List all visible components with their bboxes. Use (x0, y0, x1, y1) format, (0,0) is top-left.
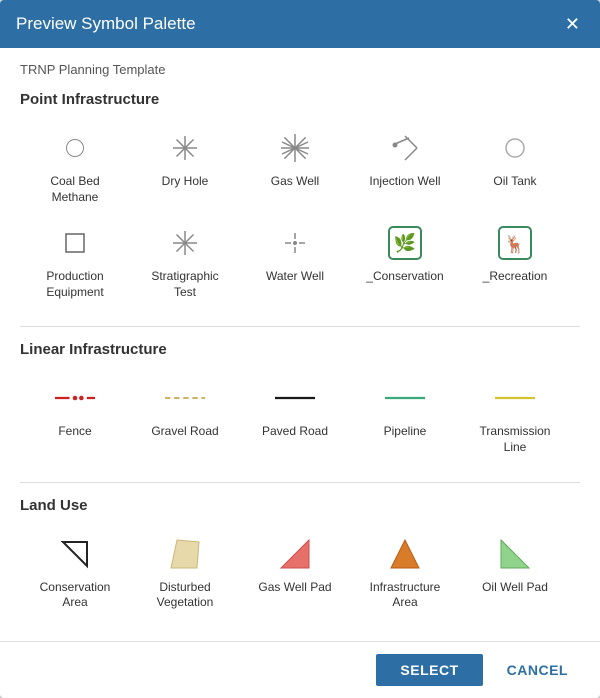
fence-icon (55, 378, 95, 418)
infrastructure-area-icon (385, 534, 425, 574)
symbol-fence[interactable]: Fence (20, 370, 130, 465)
gravel-road-icon (165, 378, 205, 418)
transmission-line-icon (495, 378, 535, 418)
pipeline-icon (385, 378, 425, 418)
cancel-button[interactable]: CANCEL (491, 654, 584, 686)
symbol-pipeline[interactable]: Pipeline (350, 370, 460, 465)
symbol-transmission-line[interactable]: TransmissionLine (460, 370, 570, 465)
coal-bed-methane-label: Coal BedMethane (50, 174, 99, 205)
land-use-grid: ConservationArea DisturbedVegetation Gas… (20, 526, 580, 621)
divider-1 (20, 326, 580, 327)
dialog-header: Preview Symbol Palette ✕ (0, 0, 600, 48)
symbol-water-well[interactable]: Water Well (240, 215, 350, 310)
dry-hole-label: Dry Hole (162, 174, 209, 190)
section-title-linear: Linear Infrastructure (20, 341, 580, 358)
stratigraphic-test-label: StratigraphicTest (151, 269, 218, 300)
symbol-oil-tank[interactable]: Oil Tank (460, 120, 570, 215)
production-equipment-icon (55, 223, 95, 263)
select-button[interactable]: SELECT (376, 654, 482, 686)
disturbed-vegetation-icon (165, 534, 205, 574)
svg-text:🌿: 🌿 (394, 232, 416, 253)
dry-hole-icon (165, 128, 205, 168)
transmission-line-label: TransmissionLine (480, 424, 551, 455)
injection-well-label: Injection Well (369, 174, 440, 190)
paved-road-label: Paved Road (262, 424, 328, 440)
oil-tank-icon (495, 128, 535, 168)
water-well-label: Water Well (266, 269, 324, 285)
point-infrastructure-grid: Coal BedMethane Dry Hole (20, 120, 580, 310)
symbol-infrastructure-area[interactable]: InfrastructureArea (350, 526, 460, 621)
close-button[interactable]: ✕ (561, 15, 584, 33)
oil-well-pad-label: Oil Well Pad (482, 580, 548, 596)
svg-text:🦌: 🦌 (504, 234, 525, 254)
infrastructure-area-label: InfrastructureArea (370, 580, 441, 611)
symbol-coal-bed-methane[interactable]: Coal BedMethane (20, 120, 130, 215)
gas-well-pad-icon (275, 534, 315, 574)
pipeline-label: Pipeline (384, 424, 427, 440)
symbol-conservation[interactable]: 🌿 _Conservation (350, 215, 460, 310)
conservation-area-label: ConservationArea (40, 580, 111, 611)
coal-bed-methane-icon (55, 128, 95, 168)
symbol-gravel-road[interactable]: Gravel Road (130, 370, 240, 465)
conservation-icon: 🌿 (385, 223, 425, 263)
symbol-stratigraphic-test[interactable]: StratigraphicTest (130, 215, 240, 310)
disturbed-vegetation-label: DisturbedVegetation (157, 580, 214, 611)
template-name: TRNP Planning Template (20, 62, 580, 77)
gas-well-label: Gas Well (271, 174, 319, 190)
symbol-injection-well[interactable]: Injection Well (350, 120, 460, 215)
dialog-footer: SELECT CANCEL (0, 641, 600, 698)
linear-infrastructure-grid: Fence Gravel Road Paved Road (20, 370, 580, 465)
injection-well-icon (385, 128, 425, 168)
gravel-road-label: Gravel Road (151, 424, 218, 440)
oil-tank-label: Oil Tank (493, 174, 536, 190)
conservation-label: _Conservation (366, 269, 443, 285)
gas-well-icon (275, 128, 315, 168)
dialog: Preview Symbol Palette ✕ TRNP Planning T… (0, 0, 600, 698)
symbol-paved-road[interactable]: Paved Road (240, 370, 350, 465)
symbol-gas-well[interactable]: Gas Well (240, 120, 350, 215)
symbol-production-equipment[interactable]: ProductionEquipment (20, 215, 130, 310)
divider-2 (20, 482, 580, 483)
symbol-disturbed-vegetation[interactable]: DisturbedVegetation (130, 526, 240, 621)
recreation-label: _Recreation (483, 269, 548, 285)
oil-well-pad-icon (495, 534, 535, 574)
symbol-dry-hole[interactable]: Dry Hole (130, 120, 240, 215)
recreation-icon: 🦌 (495, 223, 535, 263)
stratigraphic-test-icon (165, 223, 205, 263)
conservation-area-icon (55, 534, 95, 574)
dialog-title: Preview Symbol Palette (16, 14, 196, 34)
section-title-land-use: Land Use (20, 497, 580, 514)
symbol-gas-well-pad[interactable]: Gas Well Pad (240, 526, 350, 621)
symbol-conservation-area[interactable]: ConservationArea (20, 526, 130, 621)
production-equipment-label: ProductionEquipment (46, 269, 103, 300)
symbol-recreation[interactable]: 🦌 _Recreation (460, 215, 570, 310)
dialog-body: TRNP Planning Template Point Infrastruct… (0, 48, 600, 641)
water-well-icon (275, 223, 315, 263)
section-title-point: Point Infrastructure (20, 91, 580, 108)
fence-label: Fence (58, 424, 91, 440)
paved-road-icon (275, 378, 315, 418)
symbol-oil-well-pad[interactable]: Oil Well Pad (460, 526, 570, 621)
gas-well-pad-label: Gas Well Pad (258, 580, 331, 596)
